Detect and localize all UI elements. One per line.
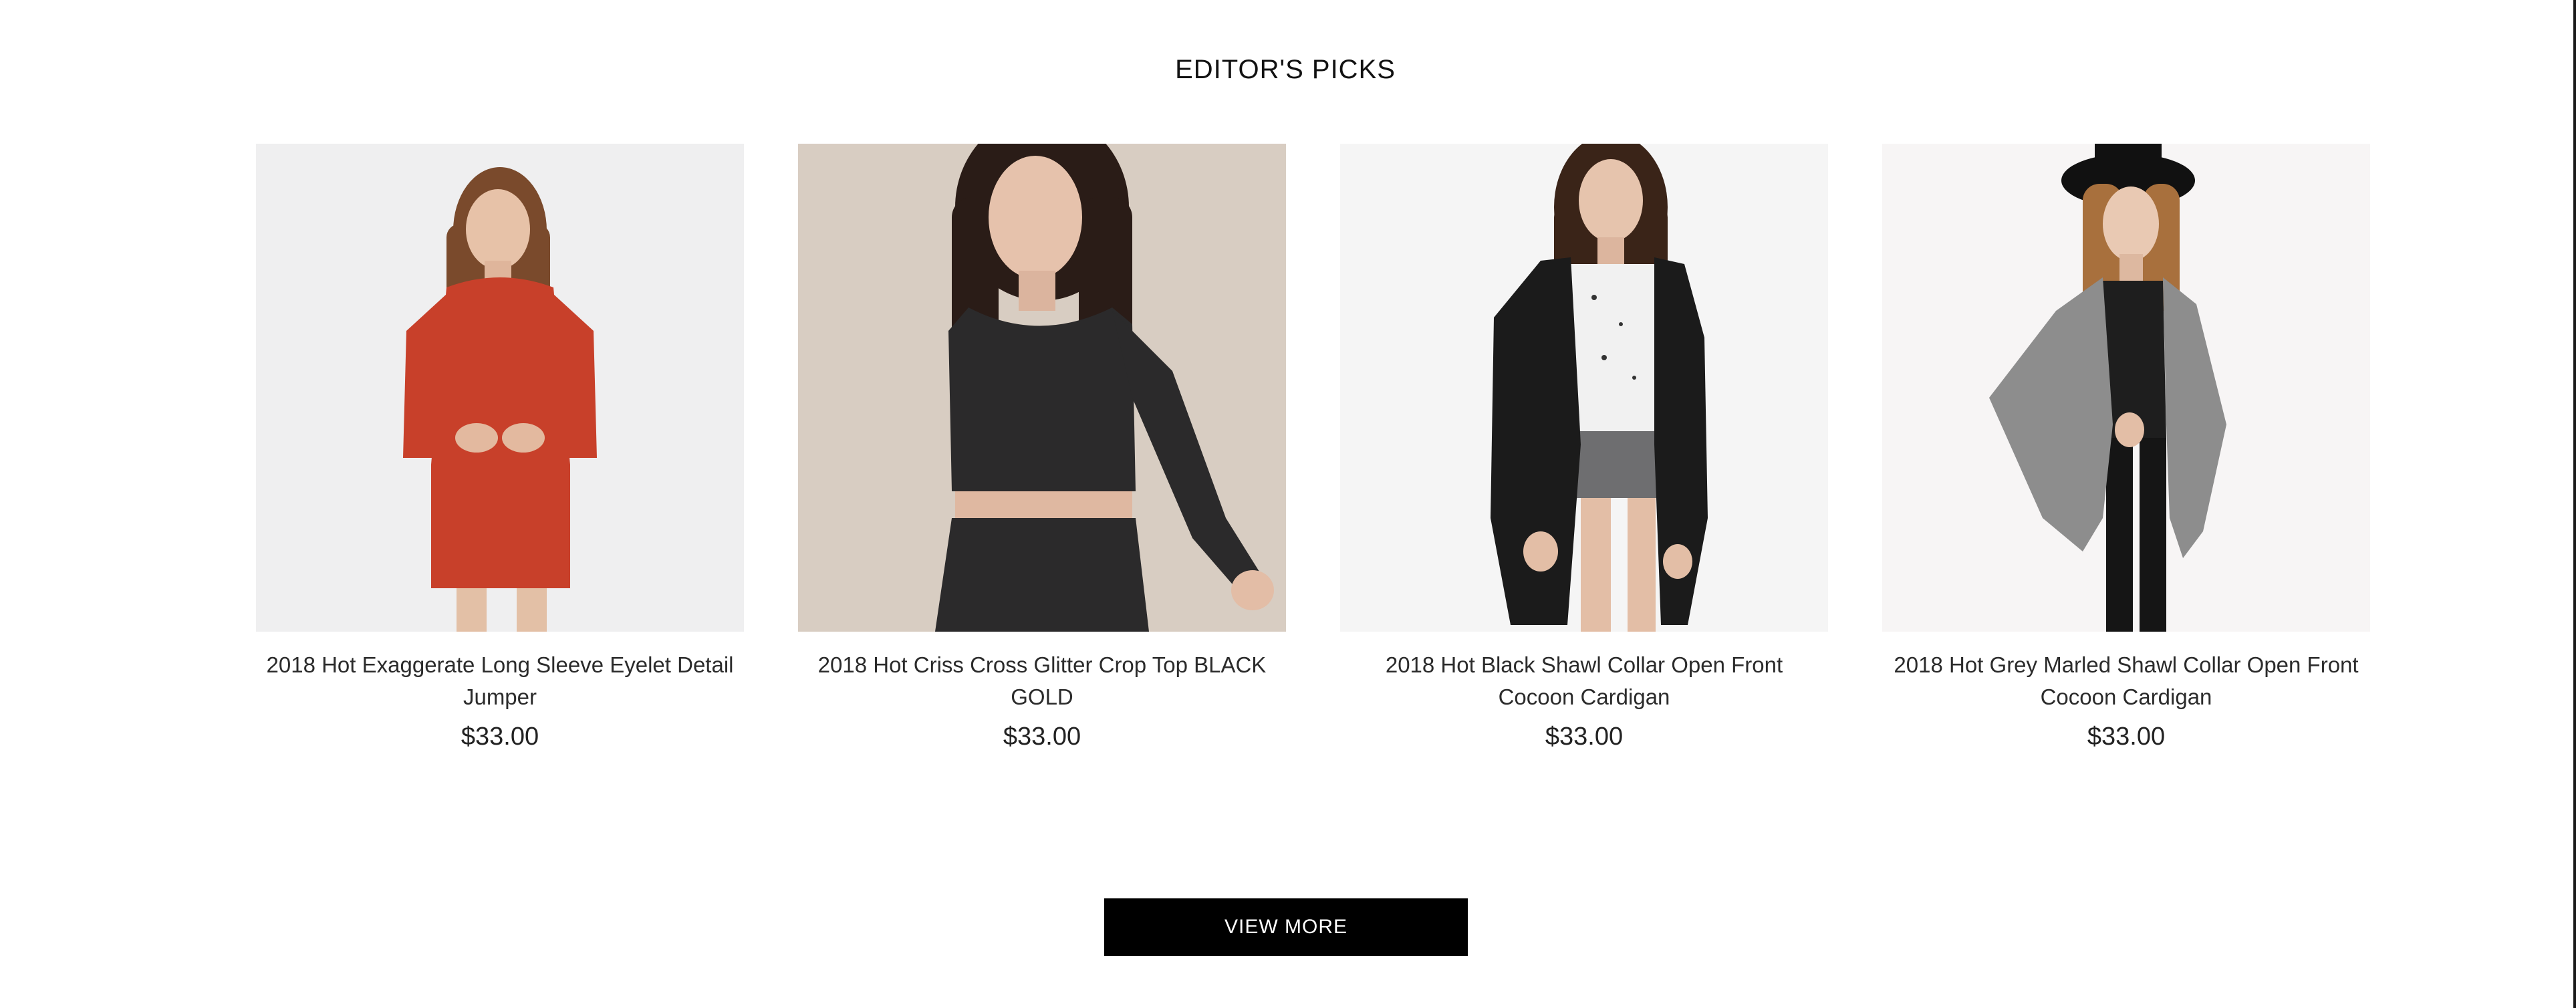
product-grid: 2018 Hot Exaggerate Long Sleeve Eyelet D… <box>256 144 2371 751</box>
section-title: EDITOR'S PICKS <box>1175 55 1396 84</box>
product-price: $33.00 <box>1545 723 1624 751</box>
product-card[interactable]: 2018 Hot Black Shawl Collar Open Front C… <box>1340 144 1828 751</box>
product-photo-grey-cardigan <box>1882 144 2370 632</box>
product-price: $33.00 <box>461 723 539 751</box>
product-name[interactable]: 2018 Hot Black Shawl Collar Open Front C… <box>1340 649 1828 713</box>
product-image[interactable] <box>1340 144 1828 632</box>
scrollbar-edge[interactable] <box>2573 0 2576 1008</box>
product-photo-glitter-crop-top <box>798 144 1286 632</box>
product-card[interactable]: 2018 Hot Criss Cross Glitter Crop Top BL… <box>798 144 1286 751</box>
product-name[interactable]: 2018 Hot Grey Marled Shawl Collar Open F… <box>1882 649 2370 713</box>
editors-picks-page: EDITOR'S PICKS 2018 Hot Exaggerate Long … <box>0 0 2576 1008</box>
product-image[interactable] <box>256 144 744 632</box>
product-card[interactable]: 2018 Hot Grey Marled Shawl Collar Open F… <box>1882 144 2370 751</box>
product-price: $33.00 <box>2087 723 2166 751</box>
product-name[interactable]: 2018 Hot Criss Cross Glitter Crop Top BL… <box>798 649 1286 713</box>
product-card[interactable]: 2018 Hot Exaggerate Long Sleeve Eyelet D… <box>256 144 744 751</box>
product-price: $33.00 <box>1003 723 1081 751</box>
view-more-button[interactable]: VIEW MORE <box>1104 898 1468 956</box>
product-image[interactable] <box>1882 144 2370 632</box>
product-photo-sweater-dress <box>256 144 744 632</box>
product-name[interactable]: 2018 Hot Exaggerate Long Sleeve Eyelet D… <box>256 649 744 713</box>
product-photo-black-cardigan <box>1340 144 1828 632</box>
product-image[interactable] <box>798 144 1286 632</box>
